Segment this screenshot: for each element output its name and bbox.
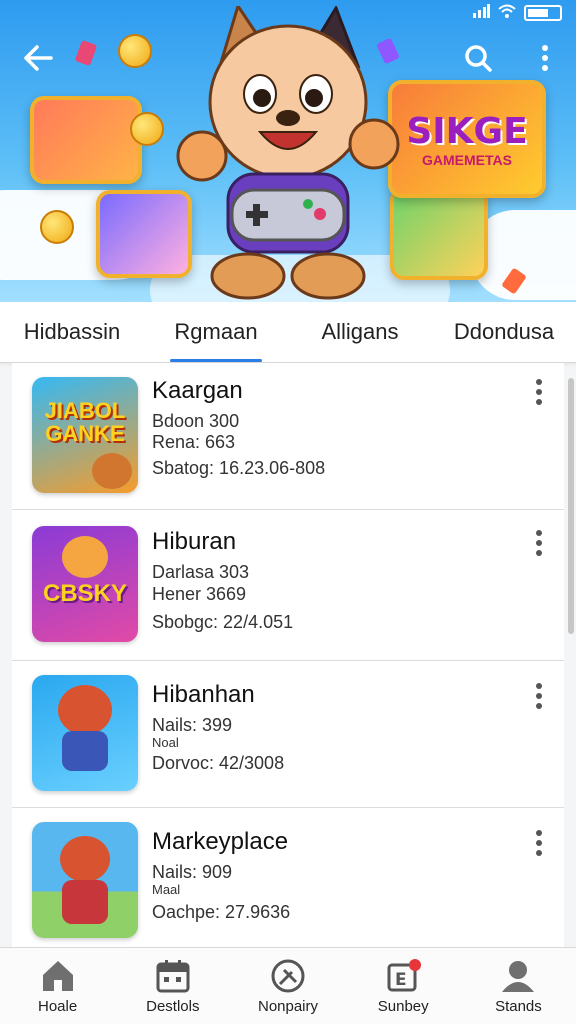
home-icon	[42, 961, 73, 991]
item-detail: Oachpe: 27.9636	[152, 902, 291, 922]
tab-label: Alligans	[321, 319, 399, 344]
battery-icon	[524, 4, 562, 21]
more-vertical-icon	[536, 530, 542, 536]
status-bar	[472, 4, 562, 21]
nav-item-stands[interactable]: Stands	[461, 948, 576, 1024]
search-button[interactable]	[458, 38, 498, 78]
nav-item-nonpairy[interactable]: Nonpairy	[230, 948, 345, 1024]
coin-decoration	[40, 210, 74, 244]
wifi-icon	[498, 4, 516, 21]
game-thumbnail: JIABOL GANKE	[32, 377, 138, 493]
tab-alligans[interactable]: Alligans	[288, 302, 432, 362]
bottom-navigation: Hoale Destlols Nonpairy E Sunbey Stands	[0, 947, 576, 1024]
tab-bar: Hidbassin Rgmaan Alligans Ddondusa	[0, 302, 576, 363]
thumbnail-text: CBSKY	[42, 580, 127, 607]
tab-label: Ddondusa	[453, 319, 555, 344]
svg-text:E: E	[395, 970, 407, 990]
hero-logo-text: SIKGE	[406, 110, 528, 152]
character-decoration	[62, 536, 108, 578]
notification-icon: E	[387, 959, 422, 992]
hero-logo-subtext: GAMEMETAS	[422, 151, 512, 168]
character-decoration	[58, 685, 112, 735]
game-list: JIABOL GANKE Kaargan Bdoon 300 Rena: 663…	[12, 363, 564, 948]
item-title: Hibanhan	[152, 681, 255, 708]
game-thumbnail: CBSKY	[32, 526, 138, 642]
item-title: Markeyplace	[152, 828, 289, 855]
nav-item-details[interactable]: Destlols	[115, 948, 230, 1024]
more-vertical-icon	[542, 45, 548, 71]
item-title: Kaargan	[152, 377, 243, 404]
nav-label: Destlols	[146, 998, 200, 1015]
game-thumbnail	[32, 822, 138, 938]
list-item[interactable]: CBSKY Hiburan Darlasa 303 Hener 3669 Sbo…	[12, 510, 564, 661]
character-decoration	[92, 453, 132, 489]
character-decoration	[62, 880, 108, 924]
item-more-button[interactable]	[532, 530, 546, 560]
item-detail: Bdoon 300	[152, 411, 240, 431]
search-icon	[465, 45, 492, 72]
item-title: Hiburan	[152, 528, 237, 555]
item-detail: Hener 3669	[152, 584, 247, 604]
nav-label: Hoale	[38, 998, 78, 1015]
character-decoration	[62, 731, 108, 771]
character-decoration	[60, 836, 110, 882]
nav-label: Stands	[495, 998, 542, 1015]
more-vertical-icon	[536, 379, 542, 385]
tab-label: Rgmaan	[174, 319, 258, 344]
more-menu-button[interactable]	[525, 38, 565, 78]
mascot-illustration	[176, 6, 400, 300]
item-more-button[interactable]	[532, 830, 546, 860]
tab-hidbassin[interactable]: Hidbassin	[0, 302, 144, 362]
item-detail: Dorvoc: 42/3008	[152, 753, 285, 773]
scrollbar[interactable]	[568, 378, 574, 634]
confetti-decoration	[74, 39, 98, 67]
tab-ddondusa[interactable]: Ddondusa	[432, 302, 576, 362]
nav-label: Nonpairy	[257, 998, 319, 1015]
calendar-icon	[156, 960, 190, 993]
item-detail: Maal	[152, 882, 181, 897]
item-detail: Rena: 663	[152, 432, 236, 452]
tab-label: Hidbassin	[23, 319, 121, 344]
list-item[interactable]: Markeyplace Nails: 909 Maal Oachpe: 27.9…	[12, 808, 564, 948]
list-item[interactable]: Hibanhan Nails: 399 Noal Dorvoc: 42/3008	[12, 661, 564, 808]
nav-label: Sunbey	[377, 998, 429, 1015]
more-vertical-icon	[536, 830, 542, 836]
more-vertical-icon	[536, 683, 542, 689]
thumbnail-text: JIABOL GANKE	[44, 398, 126, 447]
item-detail: Darlasa 303	[152, 562, 250, 582]
item-detail: Nails: 399	[152, 715, 233, 735]
item-more-button[interactable]	[532, 683, 546, 713]
item-detail: Sbatog: 16.23.06-808	[152, 458, 326, 478]
nav-item-sunbey[interactable]: E Sunbey	[346, 948, 461, 1024]
nav-item-home[interactable]: Hoale	[0, 948, 115, 1024]
item-detail: Nails: 909	[152, 862, 233, 882]
back-button[interactable]	[18, 38, 58, 78]
signal-icon	[472, 4, 490, 21]
item-detail: Noal	[152, 735, 179, 750]
coin-decoration	[118, 34, 152, 68]
hero-banner: SIKGE GAMEMETAS	[0, 0, 576, 305]
item-more-button[interactable]	[532, 379, 546, 409]
list-item[interactable]: JIABOL GANKE Kaargan Bdoon 300 Rena: 663…	[12, 363, 564, 510]
hero-game-logo: SIKGE GAMEMETAS	[388, 80, 546, 198]
profile-icon	[502, 961, 535, 992]
game-thumbnail	[32, 675, 138, 791]
item-detail: Sbobgc: 22/4.051	[152, 612, 294, 632]
tab-rgmaan[interactable]: Rgmaan	[144, 302, 288, 362]
back-arrow-icon	[24, 45, 53, 71]
game-tile-decoration	[30, 96, 142, 184]
coin-decoration	[130, 112, 164, 146]
compass-icon	[271, 959, 305, 993]
